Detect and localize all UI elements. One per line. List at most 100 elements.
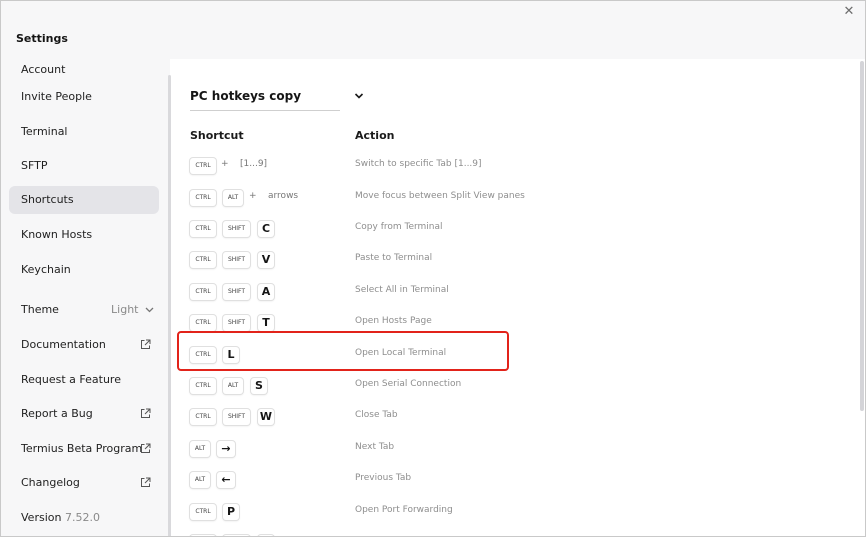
- shortcut-row: CTRL L Open Local Terminal: [173, 345, 863, 369]
- key-ctrl[interactable]: CTRL: [190, 252, 216, 268]
- external-link-icon: [141, 339, 151, 349]
- shortcut-row: CTRL + [1...9] Switch to specific Tab [1…: [173, 156, 863, 180]
- sidebar-item-label: SFTP: [21, 159, 48, 172]
- shortcut-row: CTRL SHIFT W Close Tab: [173, 407, 863, 431]
- shortcut-action: Copy from Terminal: [355, 222, 443, 232]
- key-letter[interactable]: S: [251, 378, 267, 394]
- key-shift[interactable]: SHIFT: [223, 221, 250, 237]
- sidebar-link-label: Changelog: [21, 476, 80, 489]
- sidebar-item-label: Known Hosts: [21, 228, 93, 241]
- sidebar-item-shortcuts[interactable]: Shortcuts: [9, 186, 159, 214]
- key-ctrl[interactable]: CTRL: [190, 158, 216, 174]
- sidebar-item-keychain[interactable]: Keychain: [9, 256, 159, 284]
- key-letter[interactable]: T: [258, 315, 274, 331]
- shortcut-row: CTRL SHIFT C Copy from Terminal: [173, 219, 863, 243]
- plus-sign: +: [249, 191, 257, 201]
- sidebar-item-invite-people[interactable]: Invite People: [9, 83, 159, 111]
- chevron-down-icon: [145, 307, 154, 313]
- sidebar-item-sftp[interactable]: SFTP: [9, 152, 159, 180]
- key-arrows: arrows: [268, 191, 299, 201]
- key-ctrl[interactable]: CTRL: [190, 315, 216, 331]
- shortcut-action: Select All in Terminal: [355, 285, 449, 295]
- shortcut-row-partial: [173, 533, 863, 536]
- sidebar-link-label: Documentation: [21, 338, 106, 351]
- key-ctrl[interactable]: CTRL: [190, 190, 216, 206]
- shortcut-action: Open Serial Connection: [355, 379, 462, 389]
- shortcut-action: Move focus between Split View panes: [355, 191, 525, 201]
- key-ctrl[interactable]: CTRL: [190, 409, 216, 425]
- sidebar-link-request-feature[interactable]: Request a Feature: [9, 366, 159, 394]
- key-shift[interactable]: SHIFT: [223, 284, 250, 300]
- external-link-icon: [141, 443, 151, 453]
- shortcut-column-header: Shortcut: [190, 129, 244, 142]
- sidebar-item-label: Shortcuts: [21, 193, 74, 206]
- key-alt[interactable]: ALT: [223, 378, 243, 394]
- key-letter[interactable]: L: [223, 347, 239, 363]
- key-ctrl[interactable]: CTRL: [190, 284, 216, 300]
- sidebar-item-label: Terminal: [21, 125, 68, 138]
- shortcut-row: CTRL ALT + arrows Move focus between Spl…: [173, 188, 863, 212]
- shortcut-action: Open Hosts Page: [355, 316, 432, 326]
- shortcut-row: CTRL ALT S Open Serial Connection: [173, 376, 863, 400]
- external-link-icon: [141, 477, 151, 487]
- shortcut-action: Open Local Terminal: [355, 348, 447, 358]
- sidebar-link-label: Termius Beta Program: [21, 442, 143, 455]
- key-ctrl[interactable]: CTRL: [190, 378, 216, 394]
- sidebar-link-documentation[interactable]: Documentation: [9, 331, 159, 359]
- arrow-right-icon[interactable]: →: [217, 441, 235, 457]
- arrow-left-icon[interactable]: ←: [217, 472, 235, 488]
- key-letter[interactable]: A: [258, 284, 274, 300]
- key-letter[interactable]: W: [258, 409, 274, 425]
- theme-value-text: Light: [111, 303, 139, 316]
- close-icon[interactable]: ✕: [841, 4, 857, 20]
- theme-value: Light: [111, 303, 154, 316]
- sidebar-scrollbar[interactable]: [168, 75, 171, 536]
- key-shift[interactable]: SHIFT: [223, 409, 250, 425]
- shortcut-action: Previous Tab: [355, 473, 412, 483]
- key-alt[interactable]: ALT: [190, 472, 210, 488]
- sidebar-link-label: Report a Bug: [21, 407, 93, 420]
- shortcut-row: ALT ← Previous Tab: [173, 470, 863, 494]
- sidebar-item-label: Account: [21, 63, 66, 76]
- sidebar-link-report-bug[interactable]: Report a Bug: [9, 400, 159, 428]
- plus-sign: +: [221, 159, 229, 169]
- sidebar-item-label: Keychain: [21, 263, 71, 276]
- sidebar-item-known-hosts[interactable]: Known Hosts: [9, 221, 159, 249]
- key-letter[interactable]: V: [258, 252, 274, 268]
- key-range: [1...9]: [240, 159, 268, 169]
- sidebar-item-terminal[interactable]: Terminal: [9, 118, 159, 146]
- theme-label: Theme: [21, 303, 59, 316]
- key-shift[interactable]: SHIFT: [223, 252, 250, 268]
- key-ctrl[interactable]: CTRL: [190, 504, 216, 520]
- window-title: Settings: [16, 32, 68, 45]
- key-shift[interactable]: SHIFT: [223, 315, 250, 331]
- version-value: 7.52.0: [65, 511, 100, 524]
- key-letter[interactable]: C: [258, 221, 274, 237]
- key-alt[interactable]: ALT: [223, 190, 243, 206]
- title-bar: Settings ✕: [1, 1, 865, 59]
- hotkey-preset-value: PC hotkeys copy: [190, 89, 302, 103]
- theme-selector[interactable]: Theme Light: [9, 296, 159, 324]
- key-ctrl[interactable]: CTRL: [190, 221, 216, 237]
- shortcut-row: CTRL SHIFT V Paste to Terminal: [173, 250, 863, 274]
- key-alt[interactable]: ALT: [190, 441, 210, 457]
- settings-sidebar: Account Invite People Terminal SFTP Shor…: [1, 59, 170, 536]
- key-ctrl[interactable]: CTRL: [190, 347, 216, 363]
- external-link-icon: [141, 408, 151, 418]
- version-info: Version 7.52.0: [9, 504, 159, 532]
- settings-window: Settings ✕ Account Invite People Termina…: [0, 0, 866, 537]
- hotkey-preset-select[interactable]: PC hotkeys copy: [190, 87, 340, 111]
- shortcut-row: CTRL P Open Port Forwarding: [173, 502, 863, 526]
- sidebar-link-beta-program[interactable]: Termius Beta Program: [9, 435, 159, 463]
- sidebar-item-label: Invite People: [21, 90, 92, 103]
- shortcut-action: Paste to Terminal: [355, 253, 433, 263]
- shortcut-row: ALT → Next Tab: [173, 439, 863, 463]
- chevron-down-icon[interactable]: [353, 90, 365, 102]
- shortcut-action: Next Tab: [355, 442, 395, 452]
- key-letter[interactable]: P: [223, 504, 239, 520]
- shortcut-row: CTRL SHIFT A Select All in Terminal: [173, 282, 863, 306]
- sidebar-item-account[interactable]: Account: [9, 59, 159, 84]
- sidebar-link-changelog[interactable]: Changelog: [9, 469, 159, 497]
- shortcut-action: Open Port Forwarding: [355, 505, 453, 515]
- shortcut-action: Switch to specific Tab [1...9]: [355, 159, 482, 169]
